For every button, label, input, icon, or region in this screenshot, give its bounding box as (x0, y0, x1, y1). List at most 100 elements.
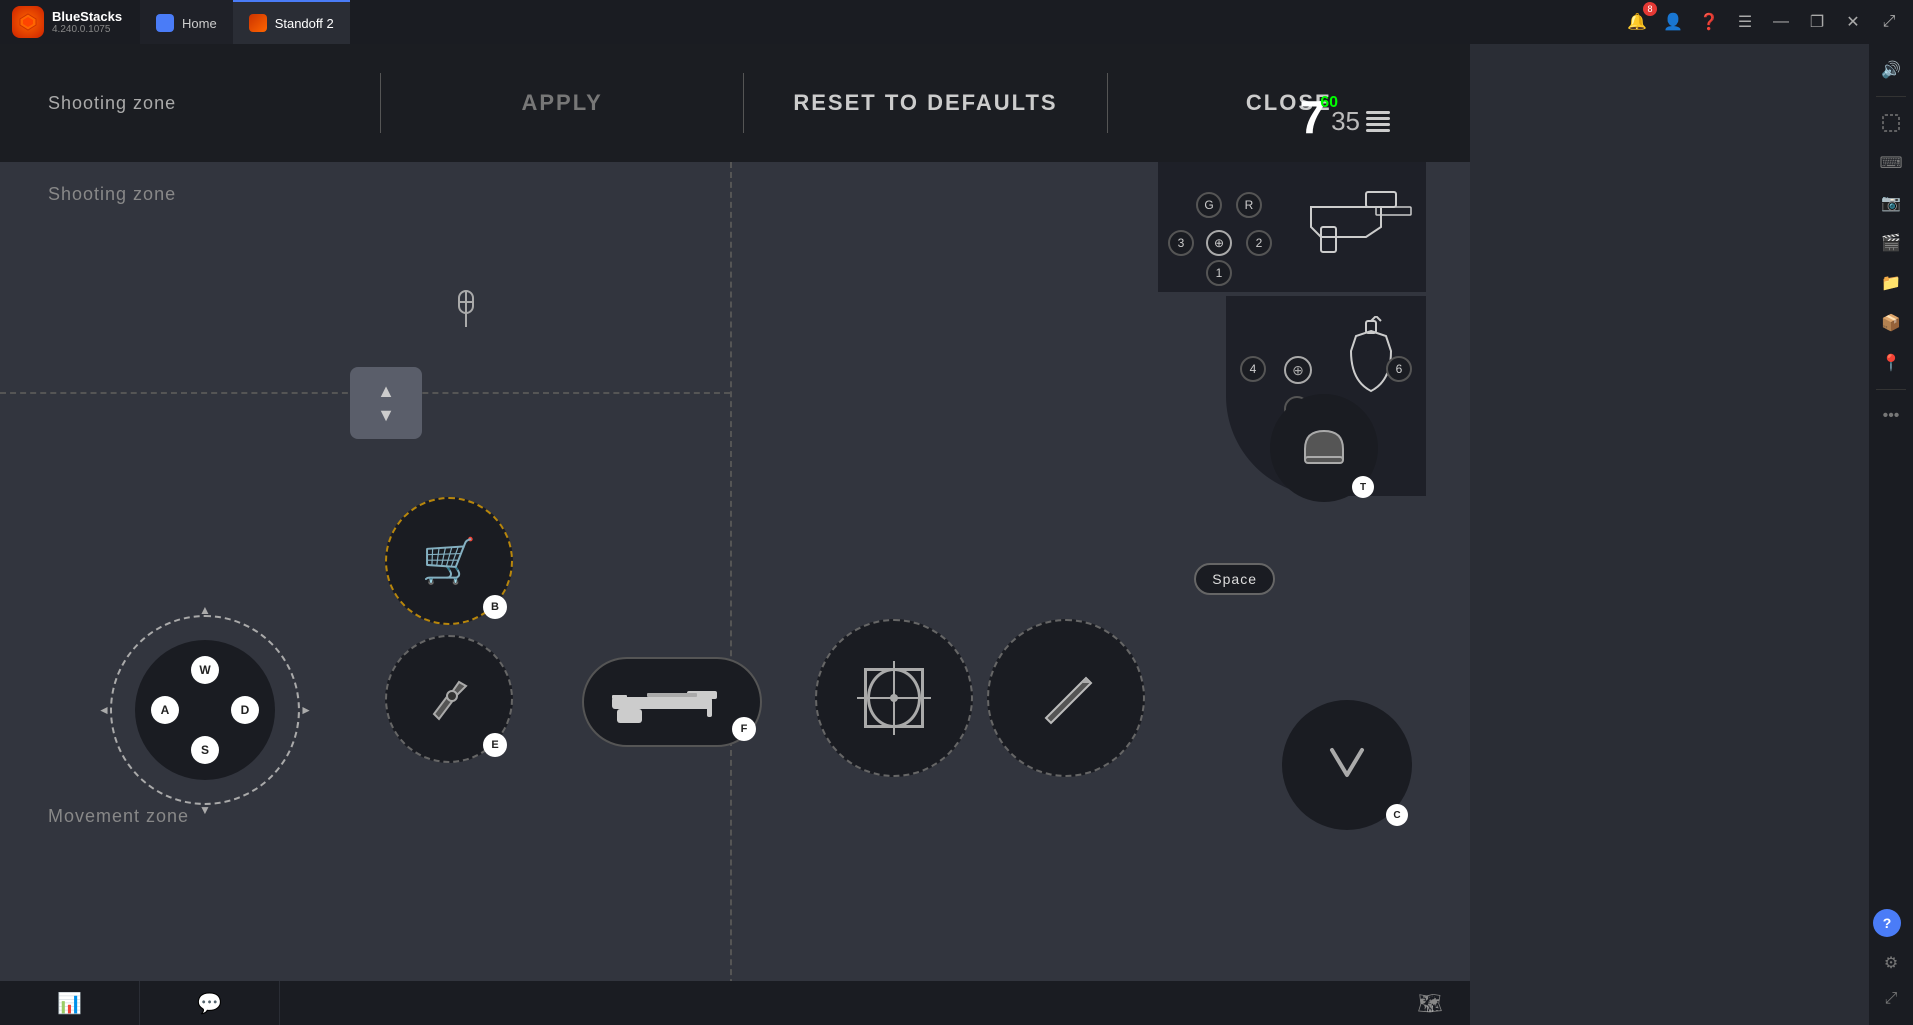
app-info: BlueStacks 4.240.0.1075 (52, 9, 122, 35)
key-f-badge: F (732, 717, 756, 741)
key-r-badge[interactable]: R (1236, 192, 1262, 218)
sidebar-location[interactable]: 📍 (1873, 345, 1909, 381)
scroll-control[interactable]: ▲ ▼ (350, 367, 422, 439)
help-button[interactable]: ❓ (1693, 6, 1725, 38)
aim-badge-2[interactable]: ⊕ (1284, 356, 1312, 384)
sidebar-expand[interactable]: ⤢ (1873, 981, 1909, 1017)
ammo-bar-1 (1366, 111, 1390, 114)
map-button[interactable]: 🗺 M (1390, 991, 1470, 1016)
key-4-badge[interactable]: 4 (1240, 356, 1266, 382)
sidebar-more[interactable]: ••• (1873, 398, 1909, 434)
reset-button[interactable]: RESET TO DEFAULTS (744, 44, 1106, 162)
right-sidebar: 🔊 ⌨ 📷 🎬 📁 📦 📍 ••• ? ⚙ ⤢ (1869, 44, 1913, 1025)
movement-joystick[interactable]: W S A D ▲ ▼ ◄ ► (110, 615, 300, 805)
joystick-arrow-down: ▼ (199, 803, 211, 817)
expand-button[interactable]: ⤢ (1873, 6, 1905, 38)
game-area: Shooting zone APPLY RESET TO DEFAULTS CL… (0, 44, 1470, 1025)
app-name: BlueStacks (52, 9, 122, 24)
scope-button[interactable] (815, 619, 973, 777)
key-6-badge[interactable]: 6 (1386, 356, 1412, 382)
minimize-button[interactable]: — (1765, 6, 1797, 38)
key-2-badge[interactable]: 2 (1246, 230, 1272, 256)
title-bar: BlueStacks 4.240.0.1075 Home Standoff 2 … (0, 0, 1913, 44)
helmet-icon (1297, 421, 1352, 476)
sidebar-screenshot[interactable]: 📷 (1873, 185, 1909, 221)
chat-button[interactable]: 💬 (140, 981, 280, 1025)
joystick-arrow-up: ▲ (199, 603, 211, 617)
help-circle[interactable]: ? (1873, 909, 1901, 937)
key-a[interactable]: A (151, 696, 179, 724)
helmet-button[interactable]: T (1270, 394, 1378, 502)
close-toolbar-button[interactable]: CLOSE (1108, 44, 1470, 162)
pliers-icon (424, 674, 474, 724)
ammo-bar-4 (1366, 129, 1390, 132)
tools-button[interactable]: E (385, 635, 513, 763)
bottom-bar: 📊 💬 🗺 M (0, 981, 1470, 1025)
weapon-cluster-top: G R 3 ⊕ 2 1 (1158, 162, 1426, 292)
key-3-badge[interactable]: 3 (1168, 230, 1194, 256)
pistol-icon (1291, 172, 1421, 272)
crosshair-icon (864, 668, 924, 728)
game-tab[interactable]: Standoff 2 (233, 0, 350, 44)
shop-button[interactable]: 🛒 B (385, 497, 513, 625)
crouch-icon (1317, 735, 1377, 795)
movement-zone-label: Movement zone (48, 806, 189, 827)
key-d[interactable]: D (231, 696, 259, 724)
key-c-badge: C (1386, 804, 1408, 826)
map-key: M (1426, 1004, 1434, 1014)
close-button[interactable]: ✕ (1837, 6, 1869, 38)
home-tab[interactable]: Home (140, 0, 233, 44)
shop-button-inner: 🛒 B (387, 499, 511, 623)
notification-button[interactable]: 🔔 8 (1621, 6, 1653, 38)
key-s[interactable]: S (191, 736, 219, 764)
space-button[interactable]: Space (1194, 563, 1275, 595)
rifle-icon (607, 677, 737, 727)
top-toolbar: Shooting zone APPLY RESET TO DEFAULTS CL… (0, 44, 1470, 162)
scroll-up-arrow: ▲ (377, 382, 395, 400)
window-controls: 🔔 8 👤 ❓ ☰ — ❐ ✕ ⤢ (1621, 6, 1913, 38)
knife-button[interactable] (987, 619, 1145, 777)
sidebar-keyboard[interactable]: ⌨ (1873, 145, 1909, 181)
shop-icon: 🛒 (422, 535, 477, 587)
home-tab-icon (156, 14, 174, 32)
key-e-badge: E (483, 733, 507, 757)
sidebar-volume[interactable]: 🔊 (1873, 52, 1909, 88)
sidebar-video[interactable]: 🎬 (1873, 225, 1909, 261)
crouch-button[interactable]: C (1282, 700, 1412, 830)
settings-icon[interactable]: ⚙ (1873, 945, 1909, 981)
key-w[interactable]: W (191, 656, 219, 684)
stats-button[interactable]: 📊 (0, 981, 140, 1025)
ammo-bars (1366, 111, 1390, 132)
mouse-cursor-icon (448, 289, 484, 338)
sidebar-sep-2 (1876, 389, 1906, 390)
key-1-badge[interactable]: 1 (1206, 260, 1232, 286)
menu-button[interactable]: ☰ (1729, 6, 1761, 38)
key-t-badge: T (1352, 476, 1374, 498)
fps-counter: 60 (1320, 94, 1338, 112)
ammo-bar-3 (1366, 123, 1390, 126)
bluestacks-logo (12, 6, 44, 38)
sidebar-bottom: ? ⚙ ⤢ (1873, 909, 1909, 1017)
key-g-badge[interactable]: G (1196, 192, 1222, 218)
maximize-button[interactable]: ❐ (1801, 6, 1833, 38)
vertical-divider (730, 162, 732, 1025)
sidebar-border[interactable] (1873, 105, 1909, 141)
notification-count: 8 (1643, 2, 1657, 16)
scroll-down-arrow: ▼ (377, 406, 395, 424)
sidebar-folder[interactable]: 📁 (1873, 265, 1909, 301)
sidebar-settings: ⚙ (1873, 945, 1909, 981)
map-section: 🗺 M (1390, 991, 1470, 1016)
home-tab-label: Home (182, 16, 217, 31)
apply-button[interactable]: APPLY (381, 44, 743, 162)
game-tab-icon (249, 14, 267, 32)
hud-stats: 7 35 (1299, 94, 1390, 140)
joystick-arrow-right: ► (300, 703, 312, 717)
shooting-zone-label: Shooting zone (0, 93, 380, 114)
weapon-button[interactable]: F (582, 657, 762, 747)
sidebar-archive[interactable]: 📦 (1873, 305, 1909, 341)
aim-badge[interactable]: ⊕ (1206, 230, 1232, 256)
account-button[interactable]: 👤 (1657, 6, 1689, 38)
sidebar-sep-1 (1876, 96, 1906, 97)
joystick-arrow-left: ◄ (98, 703, 110, 717)
knife-icon (1036, 668, 1096, 728)
